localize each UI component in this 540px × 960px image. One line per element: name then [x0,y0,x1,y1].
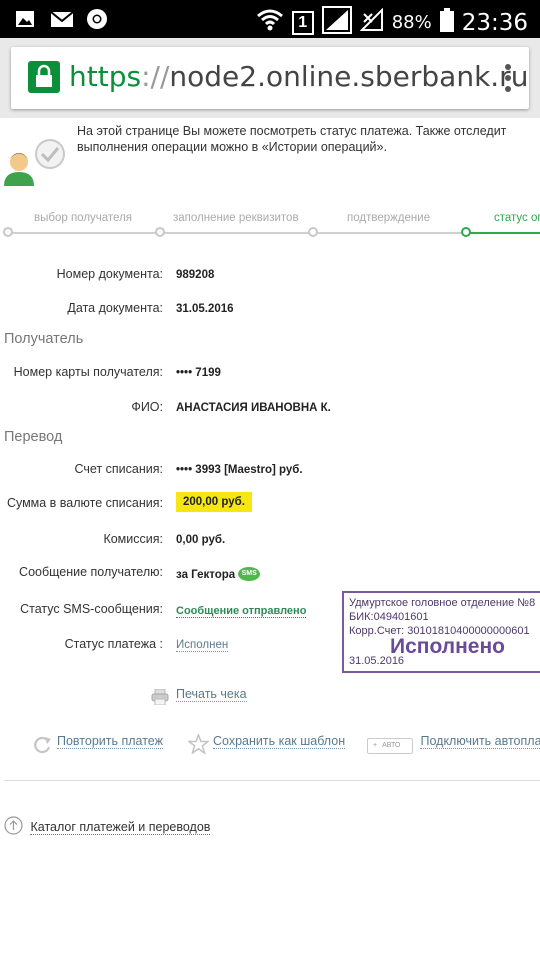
stamp-date: 31.05.2016 [349,655,405,667]
auto-badge-icon: + АВТО [367,738,413,754]
status-bar: 1 88% 23:36 [0,0,540,38]
url-separator: :// [141,60,170,93]
debit-account-value: •••• 3993 [Maestro] руб. [176,464,303,476]
auto-badge-text: АВТО [382,742,401,749]
stamp-executed: Исполнено [390,635,505,658]
step-label-fill-details: заполнение реквизитов [173,212,299,224]
url-text[interactable]: https://node2.online.sberbank.ru [69,60,528,93]
star-icon [188,734,209,754]
no-signal-icon [359,7,384,37]
address-bar[interactable]: https://node2.online.sberbank.ru [11,47,529,109]
document-number-row: Номер документа: 989208 [0,267,540,287]
battery-icon [439,8,454,37]
overflow-menu-icon[interactable] [503,63,513,93]
url-scheme: https [69,60,142,93]
recipient-name-value: АНАСТАСИЯ ИВАНОВНА К. [176,402,331,414]
recipient-card-value: •••• 7199 [176,367,221,379]
transfer-section-title: Перевод [4,429,63,445]
battery-percent: 88% [391,12,432,33]
payments-catalog-link[interactable]: Каталог платежей и переводов [4,816,211,838]
document-number-value: 989208 [176,269,215,281]
sms-status-value[interactable]: Сообщение отправлено [176,605,307,618]
document-date-row: Дата документа: 31.05.2016 [0,301,540,321]
lock-icon[interactable] [28,61,60,93]
mail-icon [50,8,74,30]
chrome-icon [86,8,108,30]
fee-row: Комиссия: 0,00 руб. [0,532,540,552]
repeat-payment-label: Повторить платеж [57,734,163,749]
step-label-confirmation: подтверждение [347,212,431,224]
document-date-value: 31.05.2016 [176,303,234,315]
page-description: На этой странице Вы можете посмотреть ст… [77,123,540,155]
recipient-name-row: ФИО: АНАСТАСИЯ ИВАНОВНА К. [0,400,540,420]
step-track-active [466,232,540,234]
autopay-link[interactable]: +АВТО Подключить автоплатеж [367,734,540,754]
step-dot [155,227,165,237]
save-template-label: Сохранить как шаблон [213,734,346,749]
debit-account-row: Счет списания: •••• 3993 [Maestro] руб. [0,462,540,482]
step-track [8,232,466,234]
signal-icon [321,6,352,39]
divider [4,780,540,781]
sms-status-label: Статус SMS-сообщения: [20,602,163,616]
repeat-icon [34,736,51,754]
autopay-label: Подключить автоплатеж [420,734,540,749]
payment-status-page: На этой странице Вы можете посмотреть ст… [0,118,540,960]
description-line-1: На этой странице Вы можете посмотреть ст… [77,124,507,138]
repeat-payment-link[interactable]: Повторить платеж [33,734,163,754]
recipient-section-title: Получатель [4,331,84,347]
browser-toolbar: https://node2.online.sberbank.ru [0,38,540,118]
debit-account-label: Счет списания: [74,462,163,476]
message-label: Сообщение получателю: [19,565,163,579]
print-receipt-link[interactable]: Печать чека [151,687,247,705]
progress-steps: выбор получателя заполнение реквизитов п… [0,210,540,240]
description-line-2: выполнения операции можно в «Истории опе… [77,140,387,154]
sim-indicator: 1 [291,10,314,35]
print-receipt-label: Печать чека [176,687,247,702]
amount-label: Сумма в валюте списания: [6,496,163,510]
url-host: node2.online.sberbank.ru [169,60,529,93]
fee-label: Комиссия: [103,532,163,546]
payments-catalog-label: Каталог платежей и переводов [30,820,211,835]
step-dot [308,227,318,237]
gallery-icon [14,8,36,30]
recipient-card-row: Номер карты получателя: •••• 7199 [0,365,540,385]
step-label-select-recipient: выбор получателя [34,212,133,224]
save-template-link[interactable]: Сохранить как шаблон [188,734,346,754]
fee-value: 0,00 руб. [176,534,226,546]
step-dot [3,227,13,237]
recipient-name-label: ФИО: [131,400,163,414]
step-label-status: статус оп [494,212,540,224]
document-number-label: Номер документа: [56,267,163,281]
arrow-up-circle-icon [4,816,23,835]
recipient-card-label: Номер карты получателя: [13,365,163,379]
step-dot-active [461,227,471,237]
bank-stamp: Удмуртское головное отделение №8 БИК:049… [342,591,540,673]
printer-icon [151,689,169,705]
stamp-branch: Удмуртское головное отделение №8 [349,597,536,609]
message-row: Сообщение получателю: за Гектора SMS [0,565,540,585]
sms-icon: SMS [238,567,261,581]
stamp-bik: БИК:049401601 [349,611,429,623]
document-date-label: Дата документа: [67,301,163,315]
message-text: за Гектора [176,569,236,581]
wifi-icon [256,8,284,37]
payment-status-value[interactable]: Исполнен [176,639,229,652]
message-value: за Гектора SMS [176,567,261,581]
amount-value: 200,00 руб. [176,492,252,512]
user-check-icon [2,128,66,188]
clock: 23:36 [461,9,528,36]
amount-row: Сумма в валюте списания: 200,00 руб. [0,492,540,516]
payment-status-label: Статус платежа : [64,637,163,651]
